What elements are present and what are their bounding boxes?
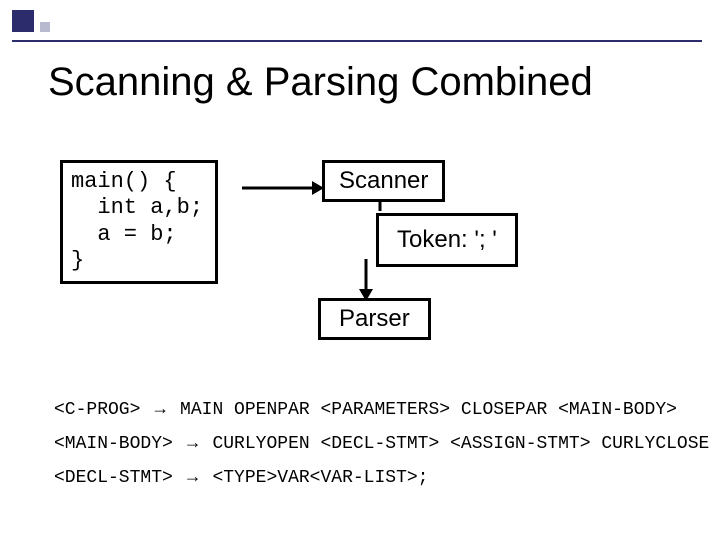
grammar-rhs: <TYPE>VAR<VAR-LIST>; <box>212 468 428 488</box>
scanner-box: Scanner <box>322 160 445 202</box>
grammar-lhs: <MAIN-BODY> <box>54 434 173 454</box>
arrow-code-to-scanner <box>242 178 324 198</box>
token-box: Token: '; ' <box>376 213 518 267</box>
grammar-rule-3: <DECL-STMT> → <TYPE>VAR<VAR-LIST>; <box>54 466 429 488</box>
decoration-square-small <box>40 22 50 32</box>
produces-arrow-icon: → <box>184 466 202 486</box>
slide-title: Scanning & Parsing Combined <box>48 60 593 105</box>
grammar-lhs: <C-PROG> <box>54 400 140 420</box>
grammar-rule-1: <C-PROG> → MAIN OPENPAR <PARAMETERS> CLO… <box>54 398 677 420</box>
parser-box: Parser <box>318 298 431 340</box>
grammar-rhs: MAIN OPENPAR <PARAMETERS> CLOSEPAR <MAIN… <box>180 400 677 420</box>
title-underline <box>12 40 702 42</box>
produces-arrow-icon: → <box>184 432 202 452</box>
decoration-square-large <box>12 10 34 32</box>
source-code-box: main() { int a,b; a = b; } <box>60 160 218 284</box>
grammar-lhs: <DECL-STMT> <box>54 468 173 488</box>
produces-arrow-icon: → <box>151 398 169 418</box>
grammar-rhs: CURLYOPEN <DECL-STMT> <ASSIGN-STMT> CURL… <box>212 434 709 454</box>
arrow-token-to-parser <box>356 259 376 301</box>
grammar-rule-2: <MAIN-BODY> → CURLYOPEN <DECL-STMT> <ASS… <box>54 432 709 454</box>
slide-decoration <box>12 10 50 32</box>
